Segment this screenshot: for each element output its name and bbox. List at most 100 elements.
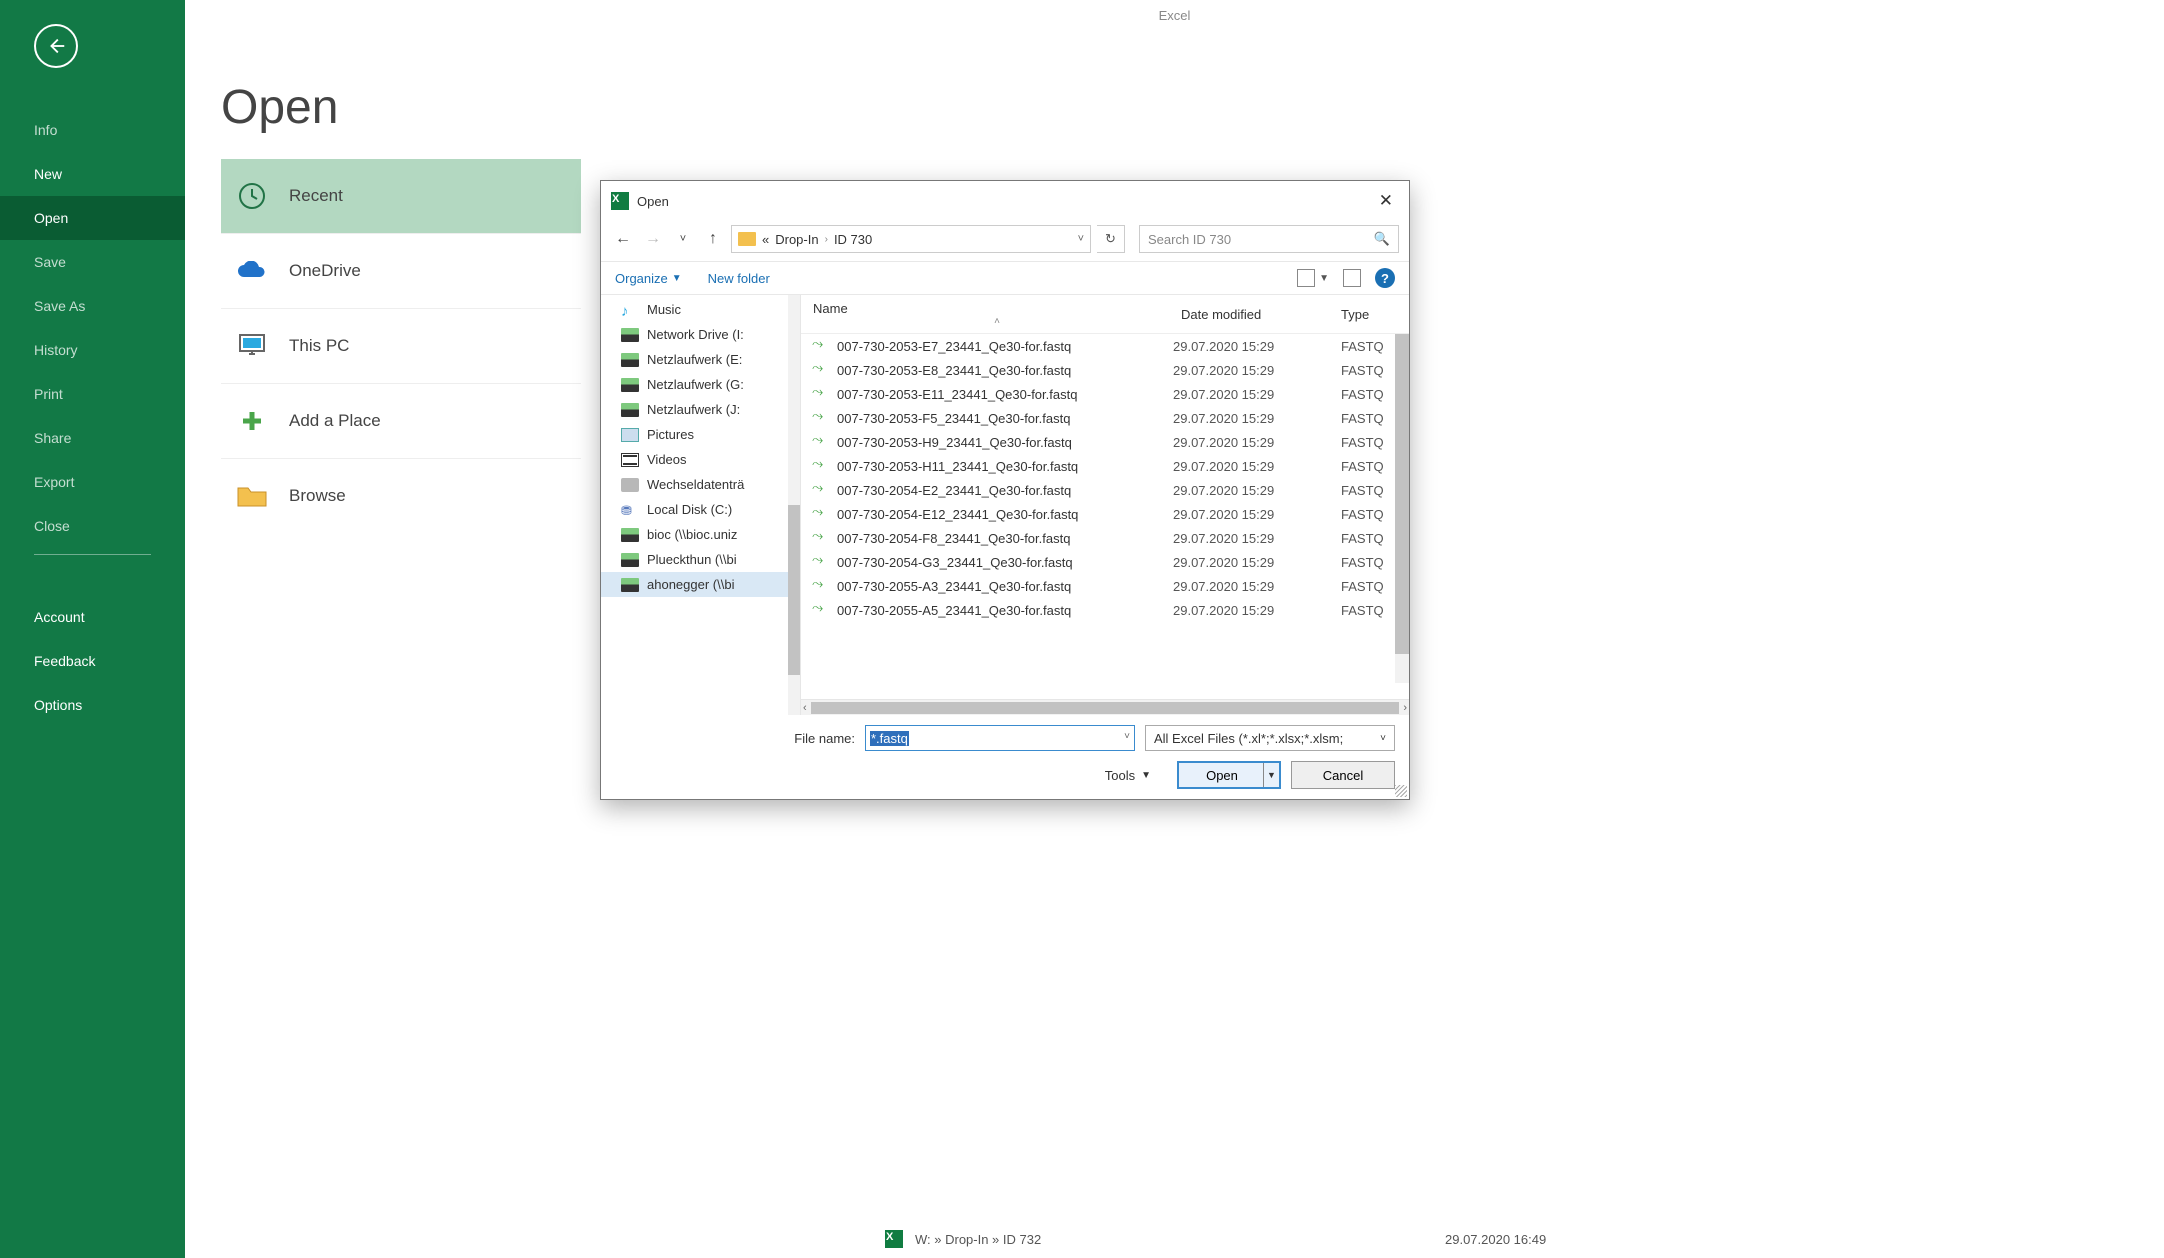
filename-history-dropdown[interactable]: ˅ [1124, 731, 1130, 742]
file-row[interactable]: 007-730-2053-E11_23441_Qe30-for.fastq29.… [801, 382, 1409, 406]
file-type: FASTQ [1341, 555, 1397, 570]
back-arrow-icon [45, 35, 67, 57]
filename-input[interactable]: *.fastq ˅ [865, 725, 1135, 751]
sidebar-item-feedback[interactable]: Feedback [0, 639, 185, 683]
tree-item[interactable]: ♪Music [601, 297, 800, 322]
file-name: 007-730-2053-H11_23441_Qe30-for.fastq [837, 459, 1165, 474]
tree-item[interactable]: Network Drive (I: [601, 322, 800, 347]
dialog-bottom-bar: File name: *.fastq ˅ All Excel Files (*.… [601, 715, 1409, 799]
file-list-header: Name ˄ Date modified Type [801, 295, 1409, 334]
sidebar-item-open[interactable]: Open [0, 196, 185, 240]
location-recent[interactable]: Recent [221, 159, 581, 233]
dialog-close-button[interactable]: ✕ [1373, 187, 1399, 215]
file-row[interactable]: 007-730-2053-H11_23441_Qe30-for.fastq29.… [801, 454, 1409, 478]
sidebar-item-print[interactable]: Print [0, 372, 185, 416]
list-view-icon [1297, 269, 1315, 287]
tools-menu[interactable]: Tools ▼ [1105, 768, 1151, 783]
file-row[interactable]: 007-730-2054-E2_23441_Qe30-for.fastq29.0… [801, 478, 1409, 502]
preview-pane-button[interactable] [1343, 269, 1361, 287]
sidebar-item-close[interactable]: Close [0, 504, 185, 548]
breadcrumb-seg-1[interactable]: ID 730 [834, 232, 872, 247]
column-header-type[interactable]: Type [1341, 307, 1397, 322]
sidebar-item-export[interactable]: Export [0, 460, 185, 504]
tree-scroll-thumb[interactable] [788, 505, 800, 675]
sidebar-item-save-as[interactable]: Save As [0, 284, 185, 328]
fastq-file-icon [813, 506, 829, 522]
nav-forward-button[interactable]: → [641, 227, 665, 251]
breadcrumb[interactable]: « Drop-In › ID 730 ˅ [731, 225, 1091, 253]
tree-item[interactable]: Netzlaufwerk (J: [601, 397, 800, 422]
file-row[interactable]: 007-730-2055-A5_23441_Qe30-for.fastq29.0… [801, 598, 1409, 622]
tree-item[interactable]: Pictures [601, 422, 800, 447]
location-browse[interactable]: Browse [221, 458, 581, 533]
back-button[interactable] [34, 24, 78, 68]
clock-icon [235, 179, 269, 213]
tree-item[interactable]: Videos [601, 447, 800, 472]
filelist-hscroll-thumb[interactable] [811, 702, 1400, 714]
file-type: FASTQ [1341, 579, 1397, 594]
sidebar-item-save[interactable]: Save [0, 240, 185, 284]
scroll-right-icon[interactable]: › [1403, 702, 1407, 714]
tree-item[interactable]: ⛃Local Disk (C:) [601, 497, 800, 522]
filelist-vscroll-thumb[interactable] [1395, 334, 1409, 654]
location-this-pc[interactable]: This PC [221, 308, 581, 383]
column-header-date[interactable]: Date modified [1181, 307, 1341, 322]
sidebar-item-info[interactable]: Info [0, 108, 185, 152]
open-split-dropdown[interactable]: ▼ [1263, 763, 1279, 787]
local-icon: ⛃ [621, 503, 639, 517]
help-button[interactable]: ? [1375, 268, 1395, 288]
column-header-name[interactable]: Name ˄ [813, 301, 1181, 327]
sidebar-item-history[interactable]: History [0, 328, 185, 372]
file-row[interactable]: 007-730-2053-E8_23441_Qe30-for.fastq29.0… [801, 358, 1409, 382]
tree-item[interactable]: Netzlaufwerk (G: [601, 372, 800, 397]
open-button[interactable]: Open ▼ [1177, 761, 1281, 789]
nav-back-button[interactable]: ← [611, 227, 635, 251]
ext-icon [621, 478, 639, 492]
tree-item[interactable]: Plueckthun (\\bi [601, 547, 800, 572]
file-row[interactable]: 007-730-2055-A3_23441_Qe30-for.fastq29.0… [801, 574, 1409, 598]
nav-tree-pane: ♪MusicNetwork Drive (I:Netzlaufwerk (E:N… [601, 295, 801, 715]
refresh-button[interactable]: ↻ [1097, 225, 1125, 253]
chevron-down-icon: ˅ [1380, 733, 1386, 744]
file-row[interactable]: 007-730-2053-E7_23441_Qe30-for.fastq29.0… [801, 334, 1409, 358]
tree-item[interactable]: ahonegger (\\bi [601, 572, 800, 597]
sidebar-item-account[interactable]: Account [0, 595, 185, 639]
file-name: 007-730-2054-G3_23441_Qe30-for.fastq [837, 555, 1165, 570]
monitor-icon [235, 329, 269, 363]
file-row[interactable]: 007-730-2054-F8_23441_Qe30-for.fastq29.0… [801, 526, 1409, 550]
scroll-left-icon[interactable]: ‹ [803, 702, 807, 714]
file-row[interactable]: 007-730-2053-F5_23441_Qe30-for.fastq29.0… [801, 406, 1409, 430]
file-row[interactable]: 007-730-2054-E12_23441_Qe30-for.fastq29.… [801, 502, 1409, 526]
new-folder-button[interactable]: New folder [708, 271, 770, 286]
sidebar-item-options[interactable]: Options [0, 683, 185, 727]
sidebar-item-share[interactable]: Share [0, 416, 185, 460]
file-name: 007-730-2054-E12_23441_Qe30-for.fastq [837, 507, 1165, 522]
view-mode-button[interactable]: ▼ [1297, 269, 1329, 287]
crumb-dropdown-icon[interactable]: ˅ [1078, 233, 1084, 245]
file-name: 007-730-2053-E7_23441_Qe30-for.fastq [837, 339, 1165, 354]
dialog-search-input[interactable]: Search ID 730 🔍 [1139, 225, 1399, 253]
tree-item[interactable]: bioc (\\bioc.uniz [601, 522, 800, 547]
chevron-right-icon: › [825, 234, 828, 245]
nav-history-dropdown[interactable]: ˅ [671, 227, 695, 251]
cancel-button[interactable]: Cancel [1291, 761, 1395, 789]
file-date: 29.07.2020 15:29 [1173, 603, 1333, 618]
filelist-vscrollbar[interactable] [1395, 334, 1409, 683]
tree-item[interactable]: Netzlaufwerk (E: [601, 347, 800, 372]
nav-up-button[interactable]: ↑ [701, 227, 725, 251]
tree-item[interactable]: Wechseldatenträ [601, 472, 800, 497]
tree-scrollbar[interactable] [788, 295, 800, 715]
backstage-sidebar: InfoNewOpenSaveSave AsHistoryPrintShareE… [0, 0, 185, 1258]
file-row[interactable]: 007-730-2053-H9_23441_Qe30-for.fastq29.0… [801, 430, 1409, 454]
vid-icon [621, 453, 639, 467]
location-onedrive[interactable]: OneDrive [221, 233, 581, 308]
recent-file-row[interactable]: W: » Drop-In » ID 732 29.07.2020 16:49 [885, 1230, 1041, 1248]
organize-menu[interactable]: Organize ▼ [615, 271, 682, 286]
location-add-a-place[interactable]: Add a Place [221, 383, 581, 458]
filelist-hscrollbar[interactable]: ‹ › [801, 699, 1409, 715]
file-type-filter[interactable]: All Excel Files (*.xl*;*.xlsx;*.xlsm; ˅ [1145, 725, 1395, 751]
breadcrumb-seg-0[interactable]: Drop-In [775, 232, 818, 247]
sidebar-item-new[interactable]: New [0, 152, 185, 196]
resize-grip[interactable] [1395, 785, 1407, 797]
file-row[interactable]: 007-730-2054-G3_23441_Qe30-for.fastq29.0… [801, 550, 1409, 574]
